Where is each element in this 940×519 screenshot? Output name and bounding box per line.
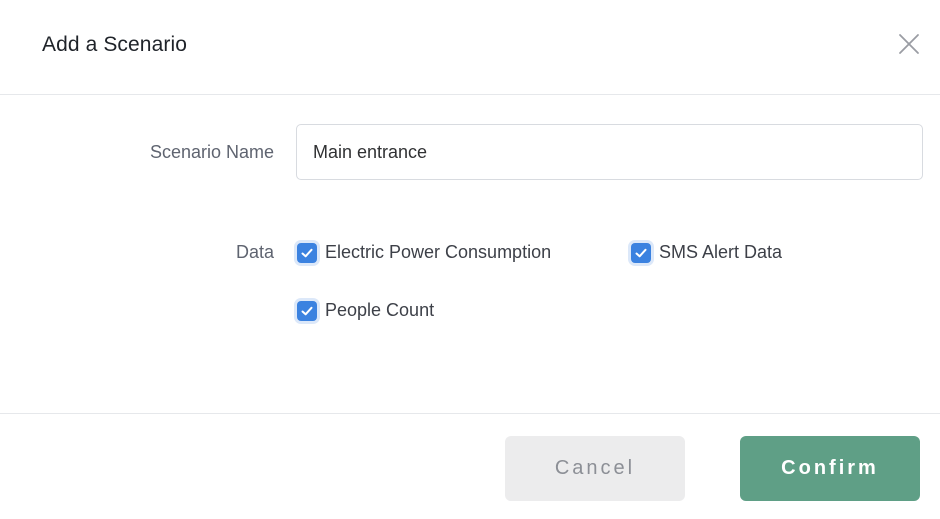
checkbox-label: People Count [325, 300, 435, 320]
add-scenario-dialog: Add a Scenario Scenario Name Data Electr… [0, 0, 940, 519]
checkbox-label: Electric Power Consumption [325, 242, 552, 262]
dialog-header: Add a Scenario [0, 0, 940, 95]
checkbox-checked-icon [631, 242, 651, 263]
cancel-button[interactable]: Cancel [505, 436, 685, 501]
checkbox-label: SMS Alert Data [659, 242, 783, 262]
dialog-title: Add a Scenario [42, 33, 187, 56]
checkbox-checked-icon [297, 300, 317, 321]
close-icon[interactable] [894, 29, 924, 59]
people-count-checkbox[interactable]: People Count [297, 300, 434, 321]
data-label: Data [235, 242, 274, 262]
electric-power-consumption-checkbox[interactable]: Electric Power Consumption [297, 242, 551, 263]
confirm-button[interactable]: Confirm [740, 436, 920, 501]
scenario-name-label: Scenario Name [149, 142, 274, 162]
scenario-name-input[interactable] [296, 124, 923, 180]
checkbox-checked-icon [297, 242, 317, 263]
sms-alert-data-checkbox[interactable]: SMS Alert Data [631, 242, 782, 263]
footer-divider [0, 413, 940, 414]
